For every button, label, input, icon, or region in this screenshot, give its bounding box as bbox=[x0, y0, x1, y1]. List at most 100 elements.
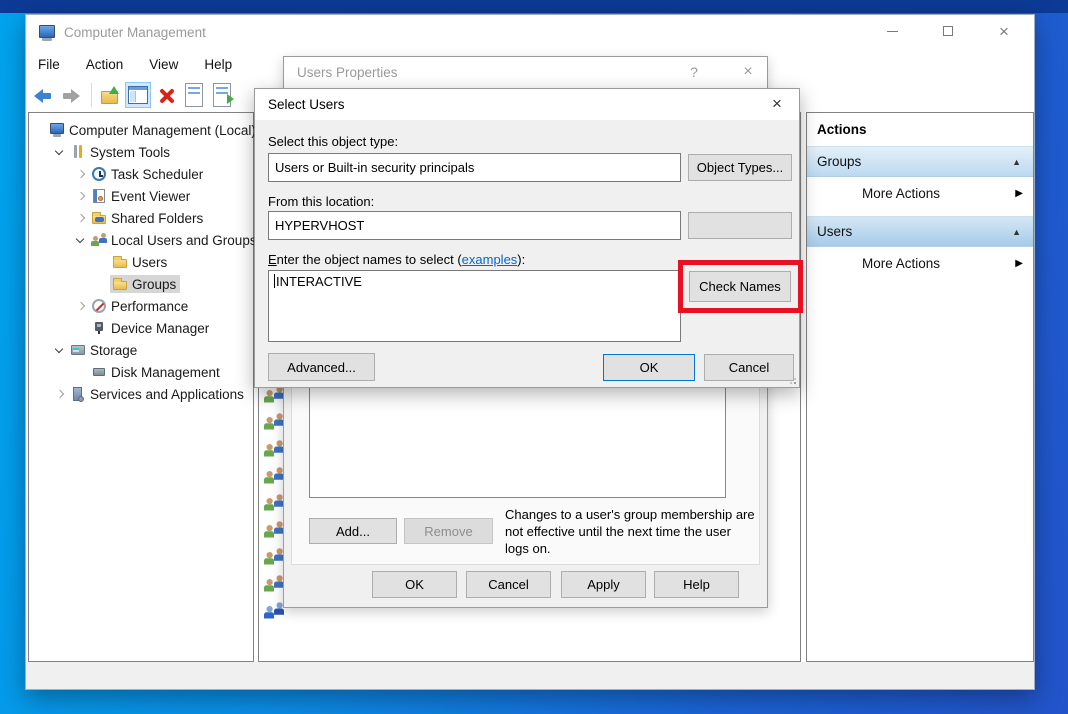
chevron-collapsed-icon[interactable] bbox=[52, 383, 68, 405]
computer-icon bbox=[49, 122, 65, 138]
tree-item-system-tools[interactable]: System Tools bbox=[29, 141, 253, 163]
toolbar-delete-button[interactable] bbox=[153, 82, 179, 108]
object-names-input[interactable]: INTERACTIVE bbox=[268, 270, 681, 342]
tree-item-label: Services and Applications bbox=[90, 387, 244, 402]
group-icon bbox=[264, 385, 284, 405]
toolbar-up-level-button[interactable] bbox=[97, 82, 123, 108]
tree-item-services-and-applications[interactable]: Services and Applications bbox=[29, 383, 253, 405]
advanced-button[interactable]: Advanced... bbox=[268, 353, 375, 381]
dialog-help-button[interactable]: ? bbox=[676, 57, 712, 87]
menu-view[interactable]: View bbox=[149, 57, 178, 72]
chevron-collapsed-icon[interactable] bbox=[73, 185, 89, 207]
select-users-titlebar[interactable]: Select Users × bbox=[255, 89, 799, 120]
tree-item-users[interactable]: Users bbox=[29, 251, 253, 273]
group-icon bbox=[264, 547, 284, 567]
dialog-close-button[interactable]: × bbox=[759, 89, 795, 119]
window-status-strip bbox=[26, 662, 1034, 689]
tree-item-storage[interactable]: Storage bbox=[29, 339, 253, 361]
tree-item-disk-management[interactable]: Disk Management bbox=[29, 361, 253, 383]
folder-icon bbox=[112, 276, 128, 292]
actions-section-header-groups[interactable]: Groups▲ bbox=[807, 146, 1033, 177]
tree-item-groups[interactable]: Groups bbox=[29, 273, 253, 295]
resize-grip-icon[interactable] bbox=[790, 378, 796, 384]
cancel-button[interactable]: Cancel bbox=[466, 571, 551, 598]
tree-item-content: Local Users and Groups bbox=[89, 231, 261, 249]
tree-item-content: Users bbox=[110, 253, 171, 271]
chevron-expanded-icon[interactable] bbox=[52, 339, 68, 361]
location-field[interactable]: HYPERVHOST bbox=[268, 211, 681, 240]
tree-item-event-viewer[interactable]: Event Viewer bbox=[29, 185, 253, 207]
apply-button[interactable]: Apply bbox=[561, 571, 646, 598]
cancel-button[interactable]: Cancel bbox=[704, 354, 794, 381]
menu-action[interactable]: Action bbox=[86, 57, 124, 72]
help-button[interactable]: Help bbox=[654, 571, 739, 598]
ok-button[interactable]: OK bbox=[603, 354, 695, 381]
users-groups-icon bbox=[91, 232, 107, 248]
tree-item-label: Storage bbox=[90, 343, 137, 358]
tree-item-content: Task Scheduler bbox=[89, 165, 207, 183]
object-types-button[interactable]: Object Types... bbox=[688, 154, 792, 181]
folder-icon bbox=[112, 254, 128, 270]
object-type-label: Select this object type: bbox=[268, 134, 398, 149]
actions-panel: Actions Groups▲More Actions▶Users▲More A… bbox=[806, 112, 1034, 662]
tree-item-label: Device Manager bbox=[111, 321, 209, 336]
maximize-icon bbox=[943, 26, 953, 36]
close-button[interactable]: × bbox=[984, 17, 1024, 45]
examples-link[interactable]: examples bbox=[462, 252, 518, 267]
tree-item-label: Disk Management bbox=[111, 365, 220, 380]
collapse-arrow-icon[interactable]: ▲ bbox=[1012, 227, 1021, 237]
check-names-highlight-box bbox=[678, 260, 803, 313]
dialog-close-button[interactable]: × bbox=[730, 57, 766, 87]
menu-help[interactable]: Help bbox=[204, 57, 232, 72]
properties-icon bbox=[185, 83, 203, 107]
actions-section-header-users[interactable]: Users▲ bbox=[807, 216, 1033, 247]
toolbar-export-list-button[interactable] bbox=[209, 82, 235, 108]
select-users-dialog: Select Users × Select this object type: … bbox=[254, 88, 800, 388]
remove-button[interactable]: Remove bbox=[404, 518, 493, 544]
tree-item-local-users-and-groups[interactable]: Local Users and Groups bbox=[29, 229, 253, 251]
tools-icon bbox=[70, 144, 86, 160]
tree-item-computer-management-local[interactable]: Computer Management (Local) bbox=[29, 119, 253, 141]
chevron-expanded-icon[interactable] bbox=[73, 229, 89, 251]
object-names-label-accel: E bbox=[268, 252, 277, 267]
export-list-icon bbox=[213, 83, 231, 107]
group-icon bbox=[264, 439, 284, 459]
more-actions-groups[interactable]: More Actions▶ bbox=[807, 177, 1033, 210]
tree-item-task-scheduler[interactable]: Task Scheduler bbox=[29, 163, 253, 185]
more-actions-users[interactable]: More Actions ▶ bbox=[807, 247, 1033, 280]
toolbar-console-tree-button[interactable] bbox=[125, 82, 151, 108]
menu-file[interactable]: File bbox=[38, 57, 60, 72]
minimize-button[interactable] bbox=[872, 17, 912, 45]
tree-item-performance[interactable]: Performance bbox=[29, 295, 253, 317]
maximize-button[interactable] bbox=[928, 17, 968, 45]
users-properties-titlebar[interactable]: Users Properties ? × bbox=[284, 57, 767, 88]
chevron-collapsed-icon[interactable] bbox=[73, 295, 89, 317]
object-names-label: Enter the object names to select (exampl… bbox=[268, 252, 525, 267]
ok-button[interactable]: OK bbox=[372, 571, 457, 598]
collapse-arrow-icon[interactable]: ▲ bbox=[1012, 157, 1021, 167]
more-actions-label: More Actions bbox=[862, 256, 940, 271]
object-type-field[interactable]: Users or Built-in security principals bbox=[268, 153, 681, 182]
chevron-collapsed-icon[interactable] bbox=[73, 163, 89, 185]
tree-item-label: Computer Management (Local) bbox=[69, 123, 256, 138]
toolbar-back-button[interactable] bbox=[30, 82, 56, 108]
toolbar-forward-button[interactable] bbox=[58, 82, 84, 108]
tree-item-label: Performance bbox=[111, 299, 188, 314]
toolbar-properties-button[interactable] bbox=[181, 82, 207, 108]
chevron-collapsed-icon[interactable] bbox=[73, 207, 89, 229]
users-properties-title: Users Properties bbox=[297, 65, 398, 80]
tree-item-shared-folders[interactable]: Shared Folders bbox=[29, 207, 253, 229]
add-button[interactable]: Add... bbox=[309, 518, 397, 544]
minimize-icon bbox=[887, 31, 898, 32]
locations-button[interactable] bbox=[688, 212, 792, 239]
tree-selection: Groups bbox=[110, 275, 180, 293]
object-type-value: Users or Built-in security principals bbox=[275, 160, 474, 175]
tree-item-label: Local Users and Groups bbox=[111, 233, 257, 248]
chevron-expanded-icon[interactable] bbox=[52, 141, 68, 163]
tree-item-label: Groups bbox=[132, 277, 176, 292]
window-titlebar[interactable]: Computer Management × bbox=[26, 15, 1034, 51]
submenu-arrow-icon: ▶ bbox=[1015, 258, 1023, 269]
close-icon: × bbox=[999, 23, 1009, 40]
window-title: Computer Management bbox=[64, 25, 206, 40]
tree-item-device-manager[interactable]: Device Manager bbox=[29, 317, 253, 339]
